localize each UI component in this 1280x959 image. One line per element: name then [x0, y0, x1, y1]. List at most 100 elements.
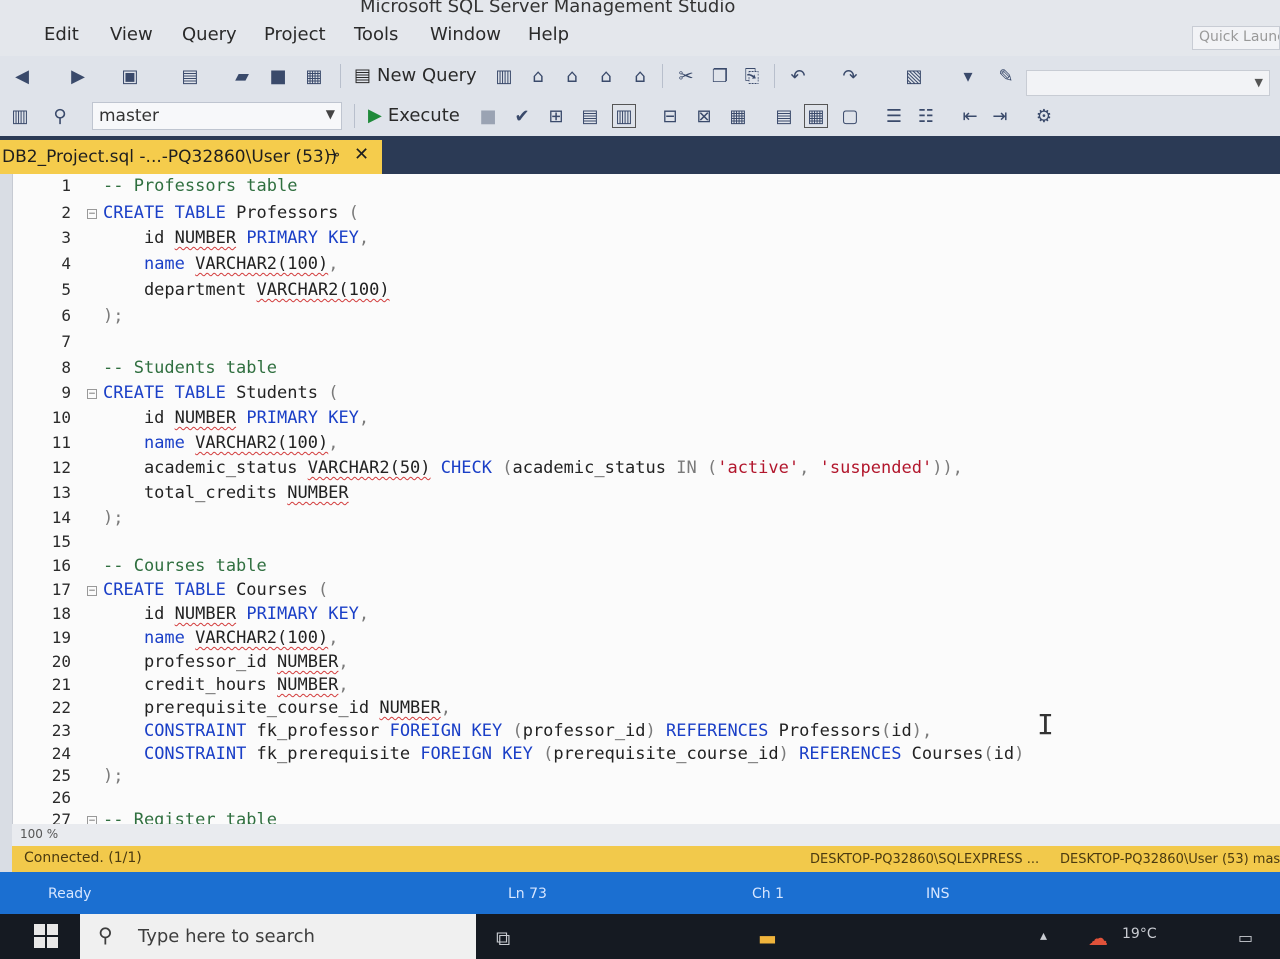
dmx-query-icon[interactable]: ⌂ — [560, 64, 584, 88]
find-icon[interactable]: ✎ — [994, 64, 1018, 88]
dax-query-icon[interactable]: ⌂ — [628, 64, 652, 88]
query-file-icon[interactable]: ▥ — [492, 64, 516, 88]
results-to-text-icon[interactable]: ▤ — [772, 104, 796, 128]
execute-button[interactable]: ▶ Execute — [368, 105, 460, 126]
intellisense-icon[interactable]: ▥ — [612, 104, 636, 128]
task-view-icon[interactable]: ⧉ — [496, 926, 510, 950]
query-editor[interactable]: 1 2 3 4 5 6 7 8 9 10 11 12 13 14 15 16 1… — [12, 174, 1280, 824]
undo-icon[interactable]: ↶ — [786, 64, 810, 88]
collapse-region-icon[interactable]: − — [87, 209, 97, 219]
line-number-gutter: 1 2 3 4 5 6 7 8 9 10 11 12 13 14 15 16 1… — [13, 174, 81, 824]
code-line: ); — [103, 508, 124, 528]
code-line: -- Professors table — [103, 176, 298, 196]
line-number: 4 — [61, 254, 71, 273]
copy-icon[interactable]: ❐ — [708, 64, 732, 88]
forward-icon[interactable]: ▶ — [66, 64, 90, 88]
line-number: 1 — [61, 176, 71, 195]
connection-user: DESKTOP-PQ32860\User (53) master — [1060, 852, 1280, 867]
connection-status: Connected. (1/1) — [24, 850, 142, 866]
increase-indent-icon[interactable]: ⇥ — [988, 104, 1012, 128]
code-line: name VARCHAR2(100), — [143, 433, 339, 453]
quick-launch-input[interactable]: Quick Launch — [1192, 26, 1280, 50]
menu-tools[interactable]: Tools — [354, 24, 398, 45]
database-select[interactable]: master ▼ — [92, 102, 342, 130]
weather-icon[interactable]: ☁ — [1088, 926, 1108, 950]
document-tab[interactable]: DB2_Project.sql -...-PQ32860\User (53)) … — [0, 140, 382, 174]
new-query-button[interactable]: ▤ New Query — [354, 65, 477, 86]
activity-monitor-icon[interactable]: ▧ — [902, 64, 926, 88]
collapse-region-icon[interactable]: − — [87, 389, 97, 399]
line-number: 24 — [51, 744, 71, 763]
status-insert-mode: INS — [926, 886, 950, 902]
code-line: -- Students table — [103, 358, 277, 378]
uncomment-icon[interactable]: ☷ — [914, 104, 938, 128]
chevron-down-icon: ▼ — [1254, 76, 1263, 89]
line-number: 11 — [51, 433, 71, 452]
dropdown-icon[interactable]: ▾ — [956, 64, 980, 88]
new-query-label: New Query — [377, 65, 477, 86]
menu-project[interactable]: Project — [264, 24, 326, 45]
menu-help[interactable]: Help — [528, 24, 569, 45]
display-plan-icon[interactable]: ⊞ — [544, 104, 568, 128]
results-to-grid-icon[interactable]: ▦ — [804, 104, 828, 128]
new-project-icon[interactable]: ▣ — [118, 64, 142, 88]
document-tab-strip: DB2_Project.sql -...-PQ32860\User (53)) … — [0, 136, 1280, 174]
comment-icon[interactable]: ☰ — [882, 104, 906, 128]
include-plan-icon[interactable]: ⊟ — [658, 104, 682, 128]
zoom-bar: 100 % — [12, 824, 1280, 846]
code-line: department VARCHAR2(100) — [103, 280, 390, 300]
line-number: 12 — [51, 458, 71, 477]
menu-window[interactable]: Window — [430, 24, 501, 45]
collapse-region-icon[interactable]: − — [87, 816, 97, 824]
collapse-region-icon[interactable]: − — [87, 586, 97, 596]
connection-bar: Connected. (1/1) DESKTOP-PQ32860\SQLEXPR… — [12, 846, 1280, 872]
menu-query[interactable]: Query — [182, 24, 237, 45]
separator — [340, 64, 341, 88]
chevron-up-icon[interactable]: ▴ — [1040, 928, 1047, 944]
xmla-query-icon[interactable]: ⌂ — [594, 64, 618, 88]
pin-icon[interactable]: ⊸ — [328, 147, 340, 163]
line-number: 21 — [51, 675, 71, 694]
standard-toolbar: ◀ ▶ ▣ ▤ ▰ ■ ▦ ▤ New Query ▥ ⌂ ⌂ ⌂ ⌂ ✂ ❐ … — [0, 56, 1280, 96]
object-explorer-icon[interactable]: ▥ — [8, 104, 32, 128]
close-icon[interactable]: ✕ — [354, 144, 369, 165]
find-combo[interactable]: ▼ — [1026, 70, 1270, 96]
code-line: id NUMBER PRIMARY KEY, — [103, 408, 370, 428]
windows-start-icon[interactable] — [34, 924, 58, 948]
file-explorer-icon[interactable]: ▬ — [758, 926, 777, 950]
save-all-icon[interactable]: ▦ — [302, 64, 326, 88]
system-tray-icon[interactable]: ▭ — [1238, 928, 1253, 947]
client-stats-icon[interactable]: ▦ — [726, 104, 750, 128]
menu-bar: Edit View Query Project Tools Window Hel… — [0, 16, 1280, 56]
parse-check-icon[interactable]: ✔ — [510, 104, 534, 128]
paste-icon[interactable]: ⎘ — [740, 64, 764, 88]
database-select-value: master — [99, 106, 159, 126]
menu-edit[interactable]: Edit — [44, 24, 79, 45]
line-number: 16 — [51, 556, 71, 575]
results-to-file-icon[interactable]: ▢ — [838, 104, 862, 128]
open-file-icon[interactable]: ▰ — [230, 64, 254, 88]
query-designer-icon[interactable]: ▤ — [578, 104, 602, 128]
redo-icon[interactable]: ↷ — [838, 64, 862, 88]
specify-values-icon[interactable]: ⚙ — [1032, 104, 1056, 128]
line-number: 26 — [51, 788, 71, 807]
change-connection-icon[interactable]: ⚲ — [48, 104, 72, 128]
code-line: id NUMBER PRIMARY KEY, — [103, 604, 370, 624]
stop-icon[interactable]: ■ — [476, 104, 500, 128]
windows-taskbar: ⚲ Type here to search ⧉ ▬ ▴ ☁ 19°C ▭ — [0, 914, 1280, 959]
save-icon[interactable]: ■ — [266, 64, 290, 88]
cut-icon[interactable]: ✂ — [674, 64, 698, 88]
add-item-icon[interactable]: ▤ — [178, 64, 202, 88]
code-line: id NUMBER PRIMARY KEY, — [103, 228, 370, 248]
code-line: -- Register table — [103, 810, 277, 824]
mdx-query-icon[interactable]: ⌂ — [526, 64, 550, 88]
code-line: name VARCHAR2(100), — [143, 254, 339, 274]
back-icon[interactable]: ◀ — [10, 64, 34, 88]
code-line: total_credits NUMBER — [103, 483, 349, 503]
live-stats-icon[interactable]: ⊠ — [692, 104, 716, 128]
taskbar-search-placeholder: Type here to search — [138, 926, 315, 947]
decrease-indent-icon[interactable]: ⇤ — [958, 104, 982, 128]
menu-view[interactable]: View — [110, 24, 153, 45]
taskbar-search-input[interactable]: ⚲ Type here to search — [80, 914, 476, 959]
zoom-level[interactable]: 100 % — [20, 827, 58, 841]
